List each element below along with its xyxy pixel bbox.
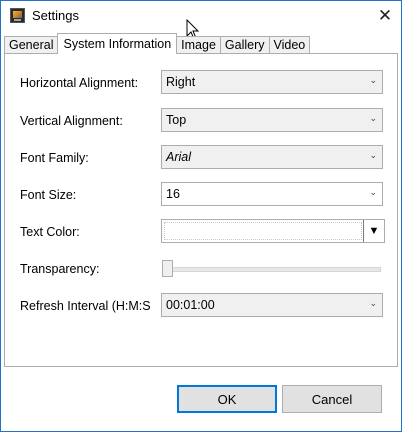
- font-size-label: Font Size:: [20, 188, 77, 202]
- horizontal-alignment-value: Right: [166, 75, 196, 89]
- text-color-label: Text Color:: [20, 225, 80, 239]
- tab-general[interactable]: General: [4, 36, 59, 54]
- refresh-interval-label: Refresh Interval (H:M:S: [20, 299, 151, 313]
- chevron-down-icon: ⌄: [369, 150, 377, 160]
- tab-bar: General System Information Image Gallery…: [4, 33, 311, 54]
- font-family-select[interactable]: Arial ⌄: [161, 145, 383, 169]
- system-information-panel: [4, 53, 398, 367]
- horizontal-alignment-label: Horizontal Alignment:: [20, 76, 139, 90]
- tab-image[interactable]: Image: [176, 36, 221, 54]
- transparency-label: Transparency:: [20, 262, 100, 276]
- title-bar: Settings ✕: [1, 1, 401, 31]
- cancel-button[interactable]: Cancel: [282, 385, 382, 413]
- close-icon[interactable]: ✕: [369, 1, 401, 31]
- font-family-value: Arial: [166, 150, 192, 164]
- app-icon: [10, 8, 25, 23]
- vertical-alignment-value: Top: [166, 113, 187, 127]
- chevron-down-icon: ⌄: [369, 298, 377, 308]
- refresh-interval-value: 00:01:00: [166, 298, 215, 312]
- refresh-interval-select[interactable]: 00:01:00 ⌄: [161, 293, 383, 317]
- transparency-slider-track[interactable]: [167, 267, 381, 272]
- font-size-combobox[interactable]: 16 ⌄: [161, 182, 383, 206]
- chevron-down-icon: ⌄: [369, 113, 377, 123]
- vertical-alignment-label: Vertical Alignment:: [20, 114, 123, 128]
- chevron-down-icon: ⌄: [369, 75, 377, 85]
- settings-window: Settings ✕ General System Information Im…: [0, 0, 402, 432]
- horizontal-alignment-select[interactable]: Right ⌄: [161, 70, 383, 94]
- color-swatch: [164, 222, 362, 240]
- chevron-down-icon: ⌄: [369, 187, 377, 197]
- tab-gallery[interactable]: Gallery: [219, 36, 270, 54]
- vertical-alignment-select[interactable]: Top ⌄: [161, 108, 383, 132]
- font-family-label: Font Family:: [20, 151, 89, 165]
- font-size-value: 16: [166, 187, 180, 201]
- ok-button[interactable]: OK: [177, 385, 277, 413]
- dropdown-arrow-icon[interactable]: ▼: [363, 220, 384, 242]
- tab-system-information[interactable]: System Information: [57, 33, 178, 54]
- transparency-slider-thumb[interactable]: [162, 260, 173, 277]
- tab-video[interactable]: Video: [268, 36, 311, 54]
- text-color-picker[interactable]: ▼: [161, 219, 385, 243]
- window-title: Settings: [32, 8, 79, 23]
